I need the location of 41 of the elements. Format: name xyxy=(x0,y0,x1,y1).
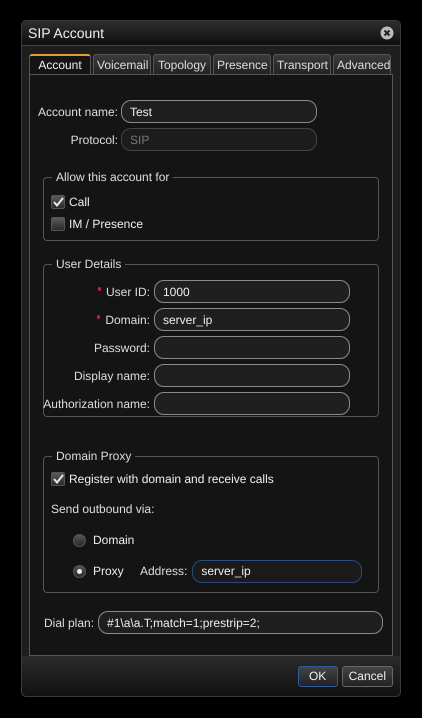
radio-button[interactable] xyxy=(73,564,86,578)
checkbox-label: IM / Presence xyxy=(69,216,144,233)
tab[interactable]: Presence xyxy=(213,54,271,74)
checkbox-label: Register with domain and receive calls xyxy=(69,471,274,488)
tab[interactable]: Advanced xyxy=(333,54,391,74)
dialog-button[interactable]: OK xyxy=(298,666,338,686)
radio-label: Domain xyxy=(93,532,133,549)
close-icon[interactable] xyxy=(380,26,394,40)
checkbox-label: Call xyxy=(69,194,90,211)
section-label: Send outbound via: xyxy=(51,501,156,518)
field-label: Display name: xyxy=(74,368,150,384)
radio-label: Proxy xyxy=(93,563,125,580)
field-label: Dial plan: xyxy=(44,614,94,632)
input-field[interactable]: server_ip xyxy=(192,560,362,582)
checkmark-icon xyxy=(52,474,64,484)
field-label: User ID: xyxy=(106,284,150,300)
tab[interactable]: Voicemail xyxy=(93,54,151,74)
input-field[interactable] xyxy=(154,336,350,359)
field-label: Domain: xyxy=(105,312,150,328)
input-field[interactable]: server_ip xyxy=(154,308,350,331)
dialog-button[interactable]: Cancel xyxy=(342,666,393,686)
input-field[interactable] xyxy=(154,364,350,387)
field-label: Protocol: xyxy=(70,132,118,148)
input-field[interactable]: Test xyxy=(121,100,317,123)
field-label: Password: xyxy=(94,340,150,356)
input-field[interactable]: 1000 xyxy=(154,280,350,303)
checkmark-icon xyxy=(52,197,64,207)
input-field[interactable]: #1\a\a.T;match=1;prestrip=2; xyxy=(98,611,384,634)
tab[interactable]: Account xyxy=(29,54,91,74)
tab[interactable]: Topology xyxy=(153,54,211,74)
field-label: Authorization name: xyxy=(43,396,150,412)
field-label: Address: xyxy=(140,563,188,580)
radio-button[interactable] xyxy=(73,534,86,546)
window-title: SIP Account xyxy=(28,24,104,42)
field-label: Account name: xyxy=(36,104,118,120)
checkbox[interactable] xyxy=(51,217,65,231)
group-title: Domain Proxy xyxy=(52,448,136,464)
checkbox[interactable] xyxy=(51,472,65,486)
checkbox[interactable] xyxy=(51,195,65,209)
tab[interactable]: Transport xyxy=(273,54,331,74)
input-field[interactable] xyxy=(154,392,350,415)
